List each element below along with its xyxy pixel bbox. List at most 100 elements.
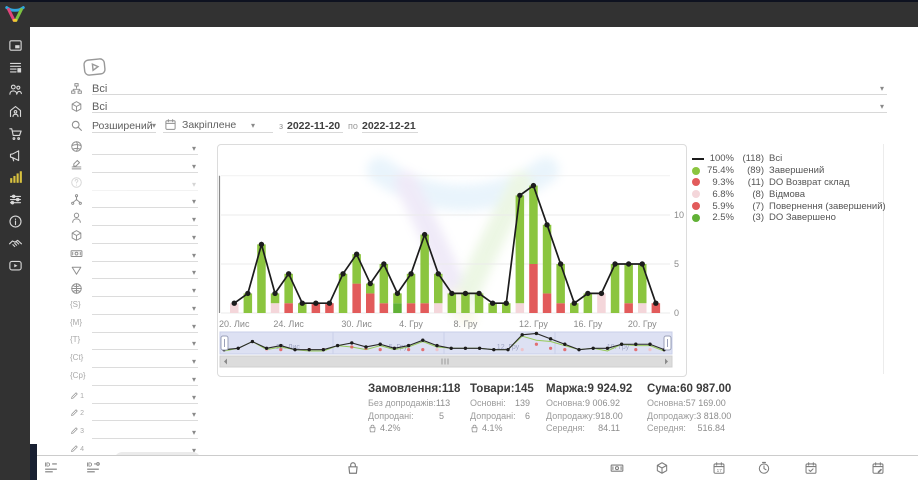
top-bar [0, 2, 918, 27]
sidebar-item-clients[interactable] [8, 82, 23, 97]
stat-subrow: Допродані:5 [368, 411, 444, 421]
orders-chart-canvas[interactable]: 051020. Лис24. Лис30. Лис4. Гру8. Гру12.… [218, 145, 686, 376]
payment-filter-icon [70, 247, 83, 260]
utm-term-filter-select[interactable]: ▾ [92, 335, 198, 350]
chevron-down-icon: ▾ [192, 393, 196, 402]
stat-title: Товари: [470, 383, 515, 395]
search-mode-select[interactable]: Розширений ▾ [92, 116, 156, 133]
filter-row-utm-term: {T} ▾ [30, 334, 205, 351]
video-hint-button[interactable] [82, 57, 107, 77]
utm-term-filter-icon: {T} [70, 335, 83, 348]
table-header-bar: ID ID 17 [37, 455, 918, 480]
utm-medium-filter-icon: {M} [70, 318, 83, 331]
legend-dot-marker [692, 202, 700, 210]
filter-row-utm-campaign: {Cp} ▾ [30, 370, 205, 387]
app-logo[interactable] [4, 3, 26, 25]
sidebar-nav [0, 27, 30, 480]
utm-source-filter-select[interactable]: ▾ [92, 300, 198, 315]
custom-2-filter-icon: 2 [70, 406, 83, 419]
filter-row-utm-source: {S} ▾ [30, 299, 205, 316]
custom-4-filter-icon: 4 [70, 442, 83, 455]
chevron-down-icon: ▾ [192, 268, 196, 277]
sidebar-item-shopping[interactable] [8, 126, 23, 141]
legend-count: (11) [734, 177, 764, 188]
svg-text:17: 17 [717, 468, 723, 473]
website-filter-select[interactable]: ▾ [92, 282, 198, 297]
legend-dot-marker [692, 190, 700, 198]
utm-source-filter-icon: {S} [70, 300, 83, 313]
stat-subrow: Середня:84.11 [546, 423, 620, 433]
stat-value: 60 987.00 [680, 383, 731, 395]
date-to-value: 2022-12-21 [362, 120, 416, 132]
chevron-down-icon: ▾ [192, 215, 196, 224]
legend-item-4[interactable]: 5.9% (7) Повернення (завершений) [692, 200, 886, 212]
period-mode-select[interactable]: Закріплене ▾ [163, 116, 273, 133]
utm-campaign-filter-select[interactable]: ▾ [92, 371, 198, 386]
custom-2-filter-select[interactable]: ▾ [92, 406, 198, 421]
upsell-bag-icon [368, 424, 377, 433]
funnel-filter-select[interactable]: ▾ [92, 264, 198, 279]
source-filter-icon [70, 82, 83, 95]
product-select[interactable]: Всі ▾ [92, 97, 887, 113]
date-to-input[interactable]: 2022-12-21 [362, 116, 418, 133]
search-mode-value: Розширений [92, 120, 153, 132]
geo-filter-select[interactable]: ▾ [92, 140, 198, 155]
chevron-down-icon: ▾ [192, 197, 196, 206]
search-icon [70, 119, 83, 132]
filter-row-product: ▾ [30, 228, 205, 245]
legend-label: Всі [769, 153, 782, 164]
chevron-down-icon: ▾ [192, 304, 196, 313]
custom-3-filter-select[interactable]: ▾ [92, 424, 198, 439]
sidebar-item-company[interactable] [8, 104, 23, 119]
legend-count: (118) [734, 153, 764, 164]
svg-text:12. Гру: 12. Гру [519, 319, 548, 329]
custom-1-filter-icon: 1 [70, 389, 83, 402]
svg-text:4. Гру: 4. Гру [399, 319, 423, 329]
sidebar-item-dashboard[interactable] [8, 38, 23, 53]
utm-content-filter-select[interactable]: ▾ [92, 353, 198, 368]
stat-value: 145 [515, 383, 534, 395]
legend-item-2[interactable]: 9.3% (11) DO Возврат склад [692, 177, 886, 189]
stat-sum: Сума:60 987.00 Основна:57 169.00Допродаж… [647, 383, 725, 433]
help-filter-select[interactable]: ▾ [92, 176, 198, 191]
utm-medium-filter-select[interactable]: ▾ [92, 318, 198, 333]
structure-filter-select[interactable]: ▾ [92, 193, 198, 208]
legend-item-1[interactable]: 75.4% (89) Завершений [692, 165, 886, 177]
product-filter-select[interactable]: ▾ [92, 229, 198, 244]
stat-orders: Замовлення:118 Без допродажів:113Допрода… [368, 383, 444, 433]
sidebar-item-settings[interactable] [8, 192, 23, 207]
background-gap [30, 444, 37, 480]
legend-percent: 2.5% [706, 212, 734, 223]
operator-filter-select[interactable]: ▾ [92, 211, 198, 226]
filter-row-website: ▾ [30, 281, 205, 298]
stat-goods: Товари:145 Основні:139Допродані:64.1% [470, 383, 530, 433]
legend-item-0[interactable]: 100% (118) Всі [692, 153, 886, 165]
stat-subrow: Основна:9 006.92 [546, 398, 620, 408]
source-select[interactable]: Всі ▾ [92, 79, 887, 95]
legend-dot-marker [692, 214, 700, 222]
sidebar-item-partners[interactable] [8, 236, 23, 251]
custom-3-filter-icon: 3 [70, 424, 83, 437]
stat-subrow: Середня:516.84 [647, 423, 725, 433]
level-filter-select[interactable]: ▾ [92, 158, 198, 173]
legend-item-3[interactable]: 6.8% (8) Відмова [692, 188, 886, 200]
custom-1-filter-select[interactable]: ▾ [92, 389, 198, 404]
stat-subrow: Допродажу:918.00 [546, 411, 620, 421]
payment-filter-select[interactable]: ▾ [92, 247, 198, 262]
chart-panel: 051020. Лис24. Лис30. Лис4. Гру8. Гру12.… [217, 144, 687, 377]
stat-title: Сума: [647, 383, 680, 395]
id-sort-icon: ID [44, 461, 58, 475]
sidebar-item-orders[interactable] [8, 60, 23, 75]
date-from-input[interactable]: 2022-11-20 [287, 116, 343, 133]
svg-text:ID: ID [87, 462, 93, 468]
date-from-value: 2022-11-20 [287, 120, 340, 132]
chevron-down-icon: ▾ [192, 162, 196, 171]
upsell-rate: 4.2% [368, 423, 444, 433]
legend-item-5[interactable]: 2.5% (3) DO Завершено [692, 212, 886, 224]
sidebar-item-marketing[interactable] [8, 148, 23, 163]
sidebar-item-info[interactable] [8, 214, 23, 229]
svg-text:8. Гру: 8. Гру [454, 319, 478, 329]
sidebar-item-tutorials[interactable] [8, 258, 23, 273]
utm-content-filter-icon: {Ct} [70, 353, 83, 366]
sidebar-item-statistics[interactable] [8, 170, 23, 185]
